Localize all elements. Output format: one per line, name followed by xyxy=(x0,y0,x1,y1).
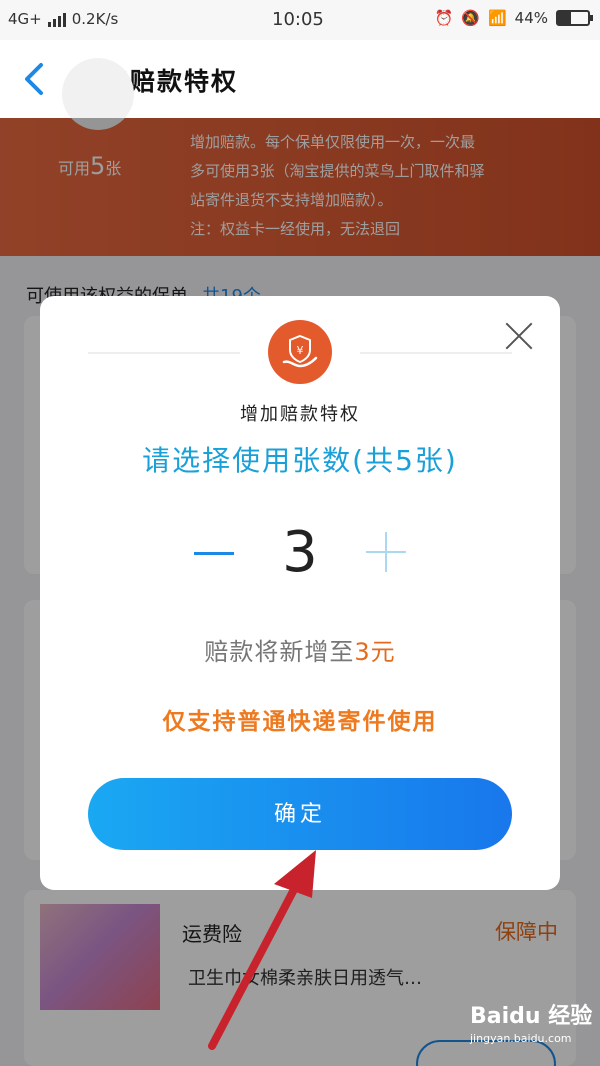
status-bar: 4G+ 0.2K/s 10:05 ⏰ 🔕 📶 44% xyxy=(0,0,600,40)
quantity-value: 3 xyxy=(282,520,318,585)
confirm-button[interactable]: 确定 xyxy=(88,778,512,850)
modal-heading: 请选择使用张数(共5张) xyxy=(142,444,458,477)
quantity-stepper: 3 xyxy=(40,514,560,594)
mute-icon: 🔕 xyxy=(461,9,480,27)
watermark-brand: Baidu 经验 xyxy=(470,1004,593,1029)
status-left: 4G+ 0.2K/s xyxy=(8,10,118,28)
minus-button[interactable] xyxy=(194,552,234,555)
status-time: 10:05 xyxy=(272,9,324,30)
payout-amount: 3元 xyxy=(354,638,396,666)
usage-notice: 仅支持普通快递寄件使用 xyxy=(162,709,438,735)
close-button[interactable] xyxy=(503,320,535,352)
network-type: 4G+ xyxy=(8,10,42,28)
svg-text:¥: ¥ xyxy=(297,344,304,357)
baidu-watermark: Baidu 经验 jingyan.baidu.com xyxy=(470,998,592,1045)
payout-prefix: 赔款将新增至 xyxy=(204,638,355,666)
network-speed: 0.2K/s xyxy=(71,10,119,28)
decor-line xyxy=(88,352,240,354)
wifi-icon: 📶 xyxy=(487,9,507,27)
add-payout-modal: ¥ 增加赔款特权 请选择使用张数(共5张) 3 赔款将新增至3元 仅支持普通快递… xyxy=(40,296,560,890)
alarm-icon: ⏰ xyxy=(434,9,454,27)
back-arrow-icon xyxy=(25,63,43,95)
payout-shield-icon: ¥ xyxy=(268,320,332,384)
back-button[interactable] xyxy=(22,62,52,96)
watermark-url: jingyan.baidu.com xyxy=(470,1032,572,1045)
payout-text: 赔款将新增至3元 xyxy=(40,632,560,667)
signal-icon xyxy=(47,11,66,27)
modal-subtitle: 增加赔款特权 xyxy=(240,404,360,425)
plus-button[interactable] xyxy=(366,532,406,572)
battery-text: 44% xyxy=(514,9,548,27)
status-right: ⏰ 🔕 📶 44% xyxy=(434,9,593,27)
decor-line xyxy=(360,352,512,354)
battery-icon xyxy=(556,10,593,26)
